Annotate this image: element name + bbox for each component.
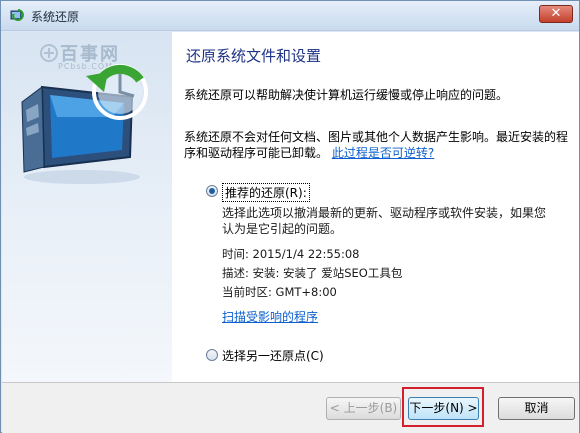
watermark-icon xyxy=(40,44,58,62)
page-title: 还原系统文件和设置 xyxy=(186,47,322,65)
next-button[interactable]: 下一步(N) > xyxy=(408,397,479,420)
recommended-restore-label[interactable]: 推荐的还原(R): xyxy=(222,183,310,202)
computer-restore-icon xyxy=(21,64,148,184)
close-icon: ✕ xyxy=(550,6,562,21)
choose-other-restore-label[interactable]: 选择另一还原点(C) xyxy=(222,347,324,364)
title-bar[interactable]: 系统还原 ✕ xyxy=(1,1,579,31)
reversible-link[interactable]: 此过程是否可逆转? xyxy=(332,146,434,160)
cancel-button[interactable]: 取消 xyxy=(498,397,575,420)
restore-timezone: 当前时区: GMT+8:00 xyxy=(222,285,337,299)
system-restore-icon xyxy=(10,9,24,21)
recommended-restore-description: 选择此选项以撤消最新的更新、驱动程序或软件安装，如果您认为是它引起的问题。 xyxy=(222,206,547,236)
system-restore-window: 系统还原 ✕ 百事网 PCbsb.COM 还原系统文件和设置 系统还原可以帮助解… xyxy=(0,0,580,433)
back-button[interactable]: < 上一步(B) xyxy=(326,397,401,420)
side-panel: 百事网 PCbsb.COM xyxy=(2,32,172,382)
scan-affected-programs-link[interactable]: 扫描受影响的程序 xyxy=(222,308,318,325)
recommended-restore-radio[interactable] xyxy=(206,185,218,197)
button-bar: < 上一步(B) 下一步(N) > 取消 xyxy=(2,382,579,433)
intro-text: 系统还原可以帮助解决使计算机运行缓慢或停止响应的问题。 xyxy=(184,88,509,102)
close-button[interactable]: ✕ xyxy=(539,5,573,23)
info-paragraph: 系统还原不会对任何文档、图片或其他个人数据产生影响。最近安装的程序和驱动程序可能… xyxy=(184,129,569,161)
content-panel: 还原系统文件和设置 系统还原可以帮助解决使计算机运行缓慢或停止响应的问题。 系统… xyxy=(172,32,579,382)
restore-time: 时间: 2015/1/4 22:55:08 xyxy=(222,247,360,261)
choose-other-restore-radio[interactable] xyxy=(206,349,218,361)
window-title: 系统还原 xyxy=(31,10,80,24)
restore-description: 描述: 安装: 安装了 爱站SEO工具包 xyxy=(222,266,403,280)
